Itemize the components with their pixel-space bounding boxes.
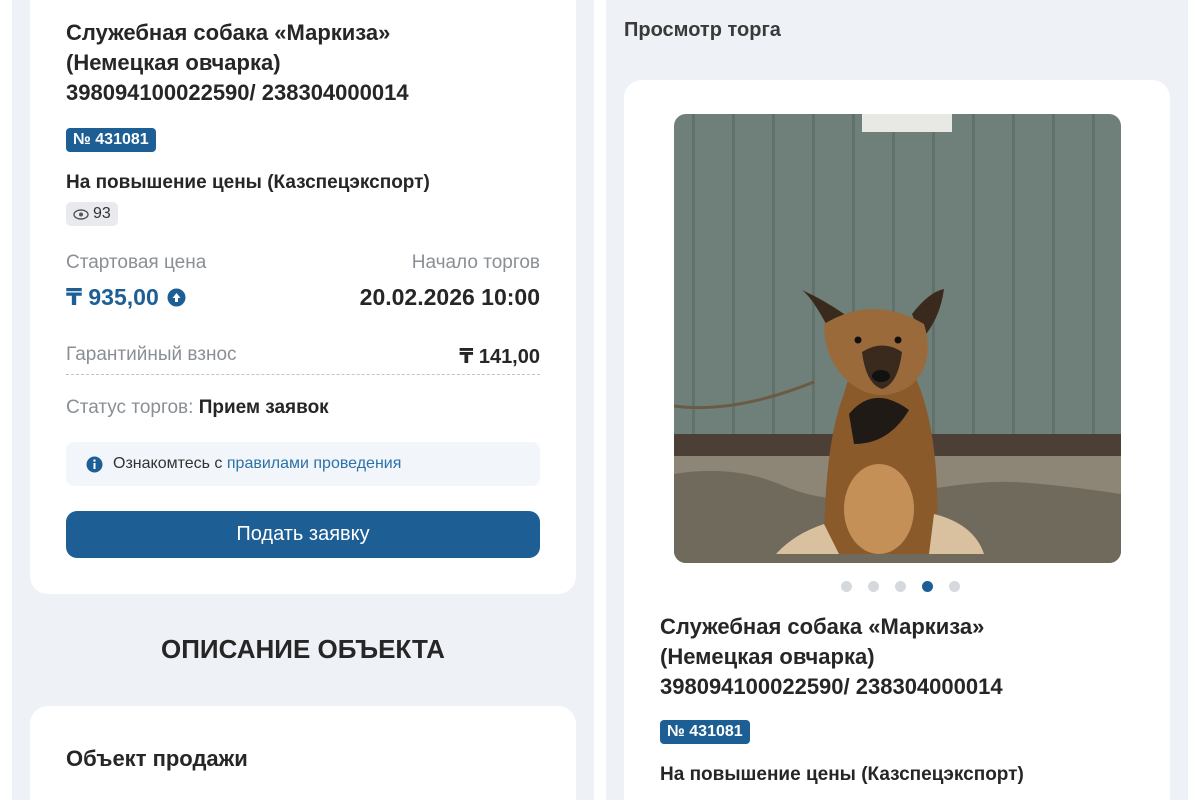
rules-info-box: Ознакомтесь с правилами проведения <box>66 442 540 486</box>
start-time-label: Начало торгов <box>411 252 540 273</box>
lot-title-line1-right: Служебная собака «Маркиза» <box>660 614 985 639</box>
lot-title-line2-right: (Немецкая овчарка) <box>660 644 875 669</box>
object-heading: Объект продажи <box>66 746 248 771</box>
start-time: 20.02.2026 10:00 <box>359 284 540 310</box>
gallery-dot-2[interactable] <box>868 581 879 592</box>
eye-icon <box>73 208 89 220</box>
start-price: ₸ 935,00 <box>66 284 159 310</box>
lot-title-line1: Служебная собака «Маркиза» <box>66 20 391 45</box>
gallery-dot-3[interactable] <box>895 581 906 592</box>
apply-button[interactable]: Подать заявку <box>66 511 540 558</box>
lot-title-right: Служебная собака «Маркиза» (Немецкая овч… <box>660 612 1160 702</box>
auction-card: Служебная собака «Маркиза» (Немецкая овч… <box>30 0 576 594</box>
lot-photo[interactable] <box>674 114 1121 563</box>
lot-title-line3: 398094100022590/ 238304000014 <box>66 80 409 105</box>
status-label: Статус торгов: <box>66 397 194 418</box>
auction-view-card: Служебная собака «Маркиза» (Немецкая овч… <box>624 80 1170 800</box>
start-price-label: Стартовая цена <box>66 252 207 273</box>
right-screen: Просмотр торга Служебная собака «Маркиза… <box>606 0 1188 800</box>
section-heading: ОПИСАНИЕ ОБЪЕКТА <box>161 634 445 664</box>
rules-prefix: Ознакомтесь с <box>113 455 223 472</box>
auction-type-right: На повышение цены (Казспецэкспорт) <box>660 764 1024 785</box>
info-icon <box>86 456 103 472</box>
auction-type: На повышение цены (Казспецэкспорт) <box>66 172 430 193</box>
page-title: Просмотр торга <box>624 19 781 41</box>
lot-number-badge: № 431081 <box>66 128 156 152</box>
lot-title-line3-right: 398094100022590/ 238304000014 <box>660 674 1003 699</box>
views-count: 93 <box>93 205 111 222</box>
object-card: Объект продажи <box>30 706 576 800</box>
dog-photo-image <box>674 114 1121 563</box>
status-row: Статус торгов: Прием заявок <box>66 397 329 419</box>
deposit-row: Гарантийный взнос ₸ 141,00 <box>66 344 540 375</box>
lot-title: Служебная собака «Маркиза» (Немецкая овч… <box>66 18 566 108</box>
gallery-pagination <box>841 581 960 592</box>
status-value: Прием заявок <box>198 397 329 418</box>
lot-title-line2: (Немецкая овчарка) <box>66 50 281 75</box>
left-screen: Служебная собака «Маркиза» (Немецкая овч… <box>12 0 594 800</box>
deposit-label: Гарантийный взнос <box>66 344 237 365</box>
gallery-dot-5[interactable] <box>949 581 960 592</box>
gallery-dot-1[interactable] <box>841 581 852 592</box>
arrow-up-circle-icon <box>167 288 186 307</box>
deposit-value: ₸ 141,00 <box>459 346 540 368</box>
lot-number-badge-right: № 431081 <box>660 720 750 744</box>
rules-link[interactable]: правилами проведения <box>227 455 402 473</box>
views-counter: 93 <box>66 202 118 226</box>
gallery-dot-4[interactable] <box>922 581 933 592</box>
